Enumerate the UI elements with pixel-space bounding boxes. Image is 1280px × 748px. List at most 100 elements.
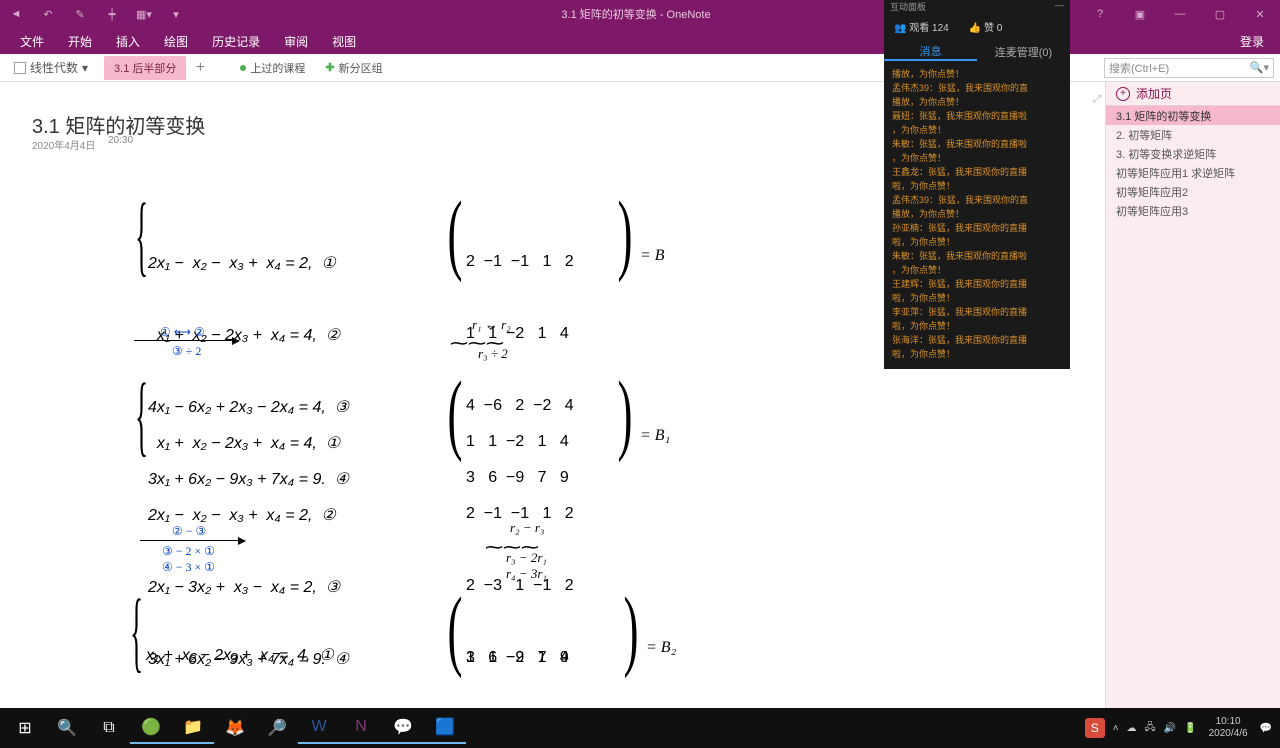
notebook-icon <box>14 62 26 74</box>
likes-stat: 👍 赞 0 <box>969 19 1003 34</box>
chat-message: 李亚萍：张猛，我来围观你的直播 <box>892 306 1062 319</box>
page-list-panel: + 添加页 3.1 矩阵的初等变换 2. 初等矩阵 3. 初等变换求逆矩阵 初等… <box>1105 82 1280 708</box>
fullscreen-button[interactable]: ▣ <box>1120 8 1160 21</box>
search-placeholder: 搜索(Ctrl+E) <box>1109 60 1169 76</box>
page-time: 20:30 <box>108 135 133 146</box>
row-op-1b: ③ ÷ 2 <box>172 342 201 360</box>
page-item[interactable]: 2. 初等矩阵 <box>1106 125 1280 144</box>
chat-message: 啦，为你点赞！ <box>892 180 1062 193</box>
chat-message: ，为你点赞！ <box>892 152 1062 165</box>
search-input[interactable]: 搜索(Ctrl+E) 🔍▾ <box>1104 58 1274 78</box>
row-op-r1b: r₃ ÷ 2 <box>478 344 508 364</box>
page-item[interactable]: 初等矩阵应用2 <box>1106 182 1280 201</box>
close-button[interactable]: ✕ <box>1240 8 1280 21</box>
search-icon: 🔍▾ <box>1250 61 1269 74</box>
page-item[interactable]: 初等矩阵应用3 <box>1106 201 1280 220</box>
section-tab[interactable]: 3.1 后半部分 <box>104 56 186 80</box>
chat-tab-messages[interactable]: 消息 <box>884 43 977 61</box>
menu-home[interactable]: 开始 <box>56 33 104 50</box>
explorer-icon[interactable]: 📁 <box>172 712 214 744</box>
row-op-r2c: r₄ − 3r₁ <box>506 564 547 584</box>
taskview-button[interactable]: ⧉ <box>88 712 130 744</box>
minimize-button[interactable]: — <box>1160 8 1200 21</box>
start-button[interactable]: ⊞ <box>4 712 46 744</box>
brace-icon: { <box>130 580 143 683</box>
chat-message: 播放，为你点赞！ <box>892 68 1062 81</box>
ime-icon[interactable]: S <box>1085 718 1105 738</box>
notifications-icon[interactable]: 💬 <box>1260 723 1272 734</box>
login-button[interactable]: 登录 <box>1240 33 1272 50</box>
equation-system-3: x₁ + x₂ − 2x₃ + x₄ = 4, ① 2x₂ − 2x₃ + 2x… <box>146 596 334 708</box>
add-page-button[interactable]: + 添加页 <box>1106 82 1280 106</box>
menu-history[interactable]: 历史记录 <box>200 33 272 50</box>
chat-message: 播放，为你点赞！ <box>892 96 1062 109</box>
menu-file[interactable]: 文件 <box>8 33 56 50</box>
menu-insert[interactable]: 插入 <box>104 33 152 50</box>
battery-icon[interactable]: 🔋 <box>1184 723 1196 734</box>
brush-icon[interactable]: ✎ <box>64 8 96 21</box>
dingtalk-icon[interactable]: 💬 <box>382 712 424 744</box>
paren-left-icon: ( <box>447 182 462 285</box>
matrix-b2: 1 1 −2 1 4 0 2 −2 2 0 <box>466 598 569 708</box>
chat-message: 孟伟杰39：张猛，我来围观你的直 <box>892 82 1062 95</box>
chat-message: ，为你点赞！ <box>892 264 1062 277</box>
app-icon[interactable]: 🟦 <box>424 712 466 744</box>
more-icon[interactable]: ▾ <box>160 8 192 21</box>
chat-message: 朱敏：张猛，我来围观你的直播啦 <box>892 138 1062 151</box>
collapse-icon[interactable]: ⤢ <box>1093 94 1101 105</box>
notebook-dropdown[interactable]: 线性代数 ▾ <box>6 59 96 76</box>
menu-bar: 文件 开始 插入 绘图 历史记录 审阅 视图 登录 <box>0 28 1280 54</box>
notebook-name: 线性代数 <box>30 59 78 76</box>
brace-icon: { <box>135 364 148 467</box>
chat-message: 孟伟杰39：张猛，我来围观你的直 <box>892 194 1062 207</box>
help-button[interactable]: ? <box>1080 8 1120 21</box>
matrix-b1-label: = B₁ <box>640 424 670 448</box>
page-item[interactable]: 3.1 矩阵的初等变换 <box>1106 106 1280 125</box>
chat-message: 播放，为你点赞！ <box>892 208 1062 221</box>
row-op-2a: ② − ③ <box>172 522 206 540</box>
chat-message: 聂妞：张猛，我来围观你的直播啦 <box>892 110 1062 123</box>
firefox-icon[interactable]: 🦊 <box>214 712 256 744</box>
arrow-icon <box>134 340 239 341</box>
page-item[interactable]: 初等矩阵应用1 求逆矩阵 <box>1106 163 1280 182</box>
menu-draw[interactable]: 绘图 <box>152 33 200 50</box>
network-icon[interactable]: 🖧 <box>1145 720 1156 737</box>
taskbar: ⊞ 🔍 ⧉ 🟢 📁 🦊 🔎 W N 💬 🟦 S ˄ ☁ 🖧 🔊 🔋 10:10 … <box>0 708 1280 748</box>
paren-right-icon: ) <box>623 578 638 681</box>
onenote-icon[interactable]: N <box>340 712 382 744</box>
page-item[interactable]: 3. 初等变换求逆矩阵 <box>1106 144 1280 163</box>
add-section-button[interactable]: + <box>190 59 210 77</box>
link-past-courses[interactable]: 上过的课程 <box>230 60 315 76</box>
word-icon[interactable]: W <box>298 712 340 744</box>
chat-close-icon[interactable]: — <box>1055 0 1064 14</box>
link-new-group[interactable]: ✚新分区组 <box>315 60 392 76</box>
search-button[interactable]: 🔍 <box>46 712 88 744</box>
chat-tab-mic[interactable]: 连麦管理(0) <box>977 44 1070 60</box>
menu-review[interactable]: 审阅 <box>272 33 320 50</box>
chat-message: 王鑫龙：张猛，我来围观你的直播 <box>892 166 1062 179</box>
paren-right-icon: ) <box>617 182 632 285</box>
plus-icon: + <box>1116 87 1130 101</box>
dock-icon[interactable]: ▦▾ <box>128 8 160 21</box>
back-button[interactable]: ◄ <box>0 8 32 20</box>
page-date: 2020年4月4日 <box>32 137 95 152</box>
arrow-icon <box>140 540 245 541</box>
undo-icon[interactable]: ↶ <box>32 8 64 21</box>
matrix-b-label: = B <box>640 244 665 268</box>
tray-chevron-icon[interactable]: ˄ <box>1113 723 1119 734</box>
menu-view[interactable]: 视图 <box>320 33 368 50</box>
chat-message: ，为你点赞！ <box>892 124 1062 137</box>
maximize-button[interactable]: ▢ <box>1200 8 1240 21</box>
row-op-2c: ④ − 3 × ① <box>162 558 215 576</box>
everything-icon[interactable]: 🔎 <box>256 712 298 744</box>
tab-row: 线性代数 ▾ 3.1 后半部分 + 上过的课程 ✚新分区组 搜索(Ctrl+E)… <box>0 54 1280 82</box>
onedrive-icon[interactable]: ☁ <box>1127 723 1137 734</box>
volume-icon[interactable]: 🔊 <box>1164 723 1176 734</box>
chat-message: 王建辉：张猛，我来围观你的直播 <box>892 278 1062 291</box>
chrome-icon[interactable]: 🟢 <box>130 712 172 744</box>
title-bar: ◄ ↶ ✎ ┿ ▦▾ ▾ 3.1 矩阵的初等变换 - OneNote ? ▣ —… <box>0 0 1280 28</box>
chat-message: 张海洋：张猛，我来围观你的直播 <box>892 334 1062 347</box>
chat-messages[interactable]: 播放，为你点赞！孟伟杰39：张猛，我来围观你的直播放，为你点赞！聂妞：张猛，我来… <box>884 66 1070 366</box>
viewers-stat: 👥 观看 124 <box>894 19 949 34</box>
pin-icon[interactable]: ┿ <box>96 8 128 21</box>
